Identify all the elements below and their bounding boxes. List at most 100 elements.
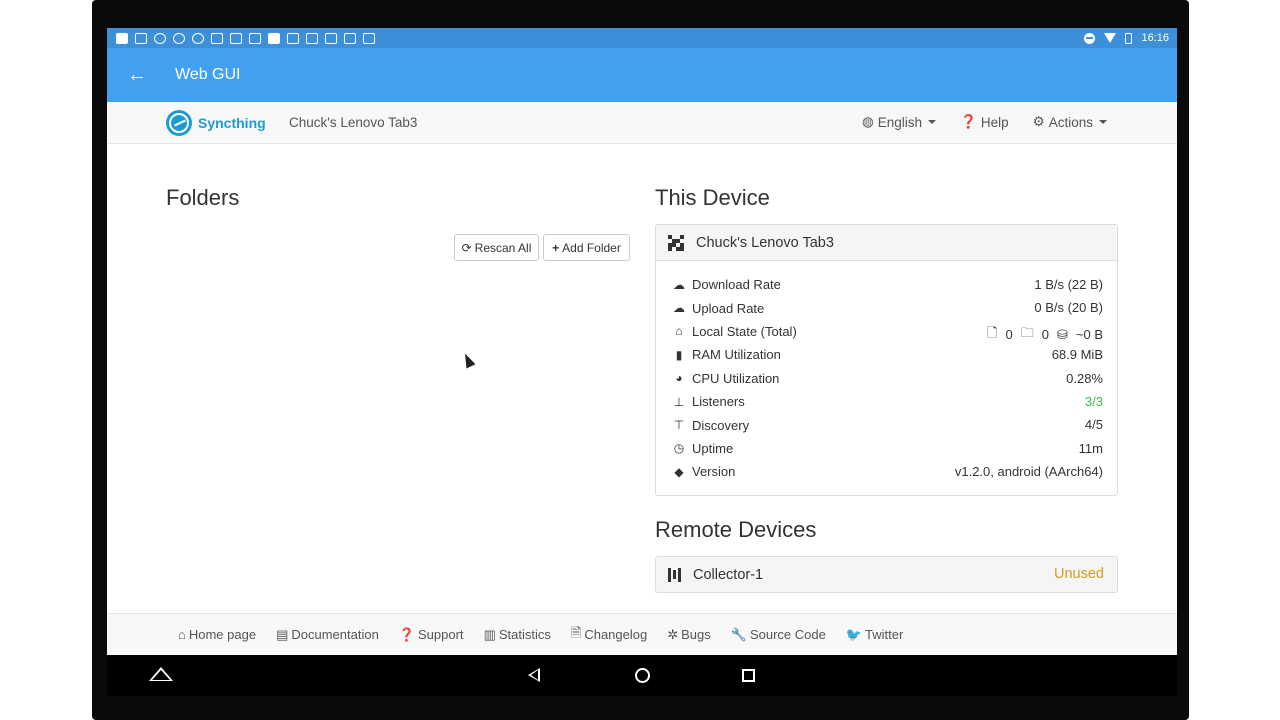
clock: 16:16	[1141, 32, 1169, 44]
row-label: Uptime	[692, 440, 734, 456]
row-label: Upload Rate	[692, 300, 765, 316]
notification-icons	[107, 32, 375, 44]
nav-device-name: Chuck's Lenovo Tab3	[289, 115, 418, 130]
brand-name: Syncthing	[198, 115, 266, 131]
row-label: Discovery	[692, 417, 750, 433]
add-folder-label: Add Folder	[562, 240, 621, 255]
language-label: English	[877, 114, 923, 130]
status-right: 16:16	[1084, 28, 1169, 48]
rescan-all-button[interactable]: ⟳ Rescan All	[454, 234, 539, 261]
brand-link[interactable]: Syncthing	[166, 110, 266, 136]
cloud-upload-icon: ☁	[673, 301, 685, 316]
footer-home-page-link[interactable]: ⌂ Home page	[178, 627, 256, 642]
footer-bugs-link[interactable]: ✲ Bugs	[667, 627, 711, 643]
left-margin	[0, 0, 92, 720]
mouse-cursor-icon	[460, 351, 476, 369]
refresh-icon: ⟳	[461, 240, 472, 255]
footer-statistics-link[interactable]: ▥ Statistics	[484, 627, 551, 643]
remote-device-status: Unused	[1054, 566, 1104, 582]
row-value: v1.2.0, android (AArch64)	[954, 464, 1103, 480]
wrench-icon: 🔧	[730, 626, 747, 642]
syncthing-logo-icon	[166, 110, 192, 136]
help-link[interactable]: ❓ Help	[960, 114, 1009, 130]
globe-icon: ◍	[861, 114, 874, 129]
this-device-panel: Chuck's Lenovo Tab3 ☁ Download Rate 1 B/…	[655, 224, 1118, 496]
footer-source-code-link[interactable]: 🔧 Source Code	[731, 627, 826, 643]
row-label: Local State (Total)	[692, 323, 797, 339]
signpost-icon: ⊤	[673, 418, 685, 433]
tag-icon: ◆	[674, 464, 684, 479]
right-margin	[1189, 0, 1280, 720]
memory-icon: ▮	[675, 347, 683, 362]
navbar: Syncthing Chuck's Lenovo Tab3 ◍ English …	[107, 102, 1177, 144]
footer: ⌂ Home page ▤ Documentation ❓ Support ▥ Stat…	[107, 613, 1177, 655]
back-arrow-icon[interactable]: ←	[107, 48, 167, 102]
footer-label: Twitter	[865, 627, 904, 642]
nav-recents-icon[interactable]	[742, 669, 755, 682]
nav-menu: ◍ English ❓ Help ⚙ Actions	[862, 114, 1107, 130]
row-label: CPU Utilization	[692, 370, 780, 386]
device-identicon-icon	[668, 234, 684, 251]
cpu-utilization-row: ◕ CPU Utilization 0.28%	[656, 367, 1117, 390]
grid-icon	[211, 32, 223, 44]
status-bar: 16:16	[107, 28, 1177, 48]
cloud-download-icon: ☁	[673, 277, 685, 292]
rescan-all-label: Rescan All	[474, 240, 532, 255]
sync-icon	[192, 32, 204, 44]
footer-label: Documentation	[291, 627, 379, 642]
footer-documentation-link[interactable]: ▤ Documentation	[276, 627, 379, 643]
footer-support-link[interactable]: ❓ Support	[399, 627, 464, 643]
bar-chart-icon: ▥	[483, 626, 496, 642]
footer-label: Source Code	[749, 627, 826, 642]
download-rate-row: ☁ Download Rate 1 B/s (22 B)	[656, 273, 1117, 296]
caret-down-icon	[928, 120, 937, 124]
dirs-count: 0	[1041, 327, 1049, 343]
discovery-row: ⊤ Discovery 4/5	[656, 413, 1117, 436]
folders-heading: Folders	[166, 185, 240, 210]
twitter-icon: 🐦	[845, 626, 863, 642]
this-device-heading: This Device	[655, 185, 770, 210]
file-text-icon: 🗎	[570, 624, 582, 640]
app-drawer-icon[interactable]	[149, 667, 173, 681]
row-label: Listeners	[692, 394, 745, 410]
footer-label: Support	[418, 627, 464, 642]
listeners-row: ⊥ Listeners 3/3	[656, 390, 1117, 413]
image-icon	[287, 32, 299, 44]
row-value[interactable]: 4/5	[1085, 417, 1103, 432]
nav-home-icon[interactable]	[635, 668, 650, 683]
caret-down-icon	[1099, 120, 1107, 124]
add-folder-button[interactable]: + Add Folder	[543, 234, 630, 261]
version-row: ◆ Version v1.2.0, android (AArch64)	[656, 460, 1117, 483]
footer-changelog-link[interactable]: 🗎 Changelog	[571, 624, 647, 646]
mail-icon	[135, 32, 147, 44]
file-icon	[306, 32, 318, 44]
size-value: ~0 B	[1075, 327, 1103, 343]
ram-utilization-row: ▮ RAM Utilization 68.9 MiB	[656, 343, 1117, 366]
row-value: 0 B/s (20 B)	[1034, 300, 1103, 316]
hdd-icon: ⛁	[1056, 326, 1068, 342]
row-value[interactable]: 3/3	[1085, 394, 1103, 409]
footer-label: Home page	[188, 627, 257, 642]
clock-icon: ◷	[673, 441, 685, 456]
row-value: 11m	[1078, 440, 1103, 456]
question-circle-icon: ❓	[398, 626, 416, 642]
row-value: 1 B/s (22 B)	[1034, 277, 1103, 292]
device-stats: ☁ Download Rate 1 B/s (22 B) ☁ Upload Ra…	[656, 261, 1117, 484]
footer-label: Bugs	[681, 627, 711, 642]
app-title: Web GUI	[175, 66, 241, 83]
plus-icon: +	[552, 240, 560, 255]
sitemap-icon: ⊥	[673, 394, 685, 409]
remote-device-collector-1[interactable]: Collector-1 Unused	[655, 556, 1118, 593]
actions-dropdown[interactable]: ⚙ Actions	[1033, 114, 1107, 130]
tablet-screen: 16:16 ← Web GUI Syncthing Chuck's Lenovo…	[107, 28, 1177, 696]
footer-twitter-link[interactable]: 🐦 Twitter	[846, 627, 903, 643]
app-icon	[249, 32, 261, 44]
book-icon: ▤	[276, 626, 289, 642]
row-value: 68.9 MiB	[1051, 347, 1103, 363]
nav-back-icon[interactable]	[528, 668, 540, 682]
language-dropdown[interactable]: ◍ English	[861, 114, 937, 130]
this-device-panel-heading[interactable]: Chuck's Lenovo Tab3	[656, 225, 1117, 261]
row-value: 0.28%	[1066, 370, 1103, 386]
gear-icon: ⚙	[1032, 114, 1045, 129]
android-navigation-bar	[107, 655, 1177, 696]
